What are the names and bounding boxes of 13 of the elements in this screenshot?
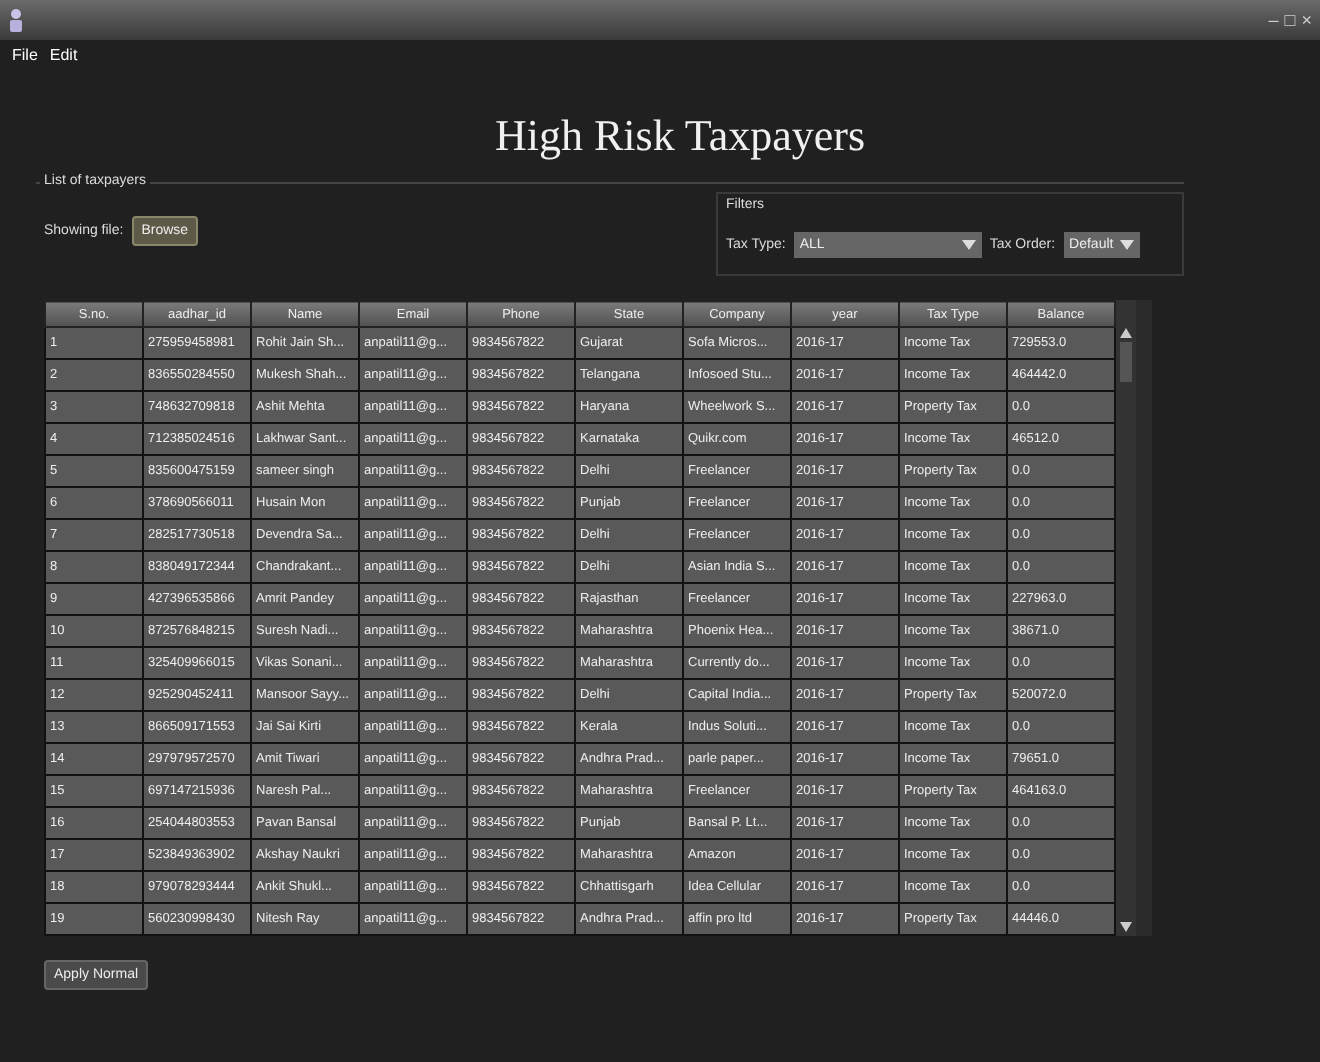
caret-icon	[961, 240, 976, 250]
scroll-thumb[interactable]	[1120, 342, 1132, 382]
page-heading: High Risk Taxpayers	[492, 110, 868, 162]
scrollbar[interactable]	[1116, 300, 1136, 936]
maximize-button[interactable]: □	[1284, 10, 1296, 30]
minimize-button[interactable]: –	[1268, 10, 1279, 30]
scroll-up-icon[interactable]	[1120, 328, 1132, 338]
close-button[interactable]: ×	[1301, 10, 1312, 30]
app-icon	[8, 8, 24, 32]
scroll-down-icon[interactable]	[1120, 922, 1132, 932]
caret-icon	[1119, 240, 1134, 250]
menu-item[interactable]: File	[12, 46, 38, 64]
menu-item[interactable]: Edit	[49, 46, 78, 64]
